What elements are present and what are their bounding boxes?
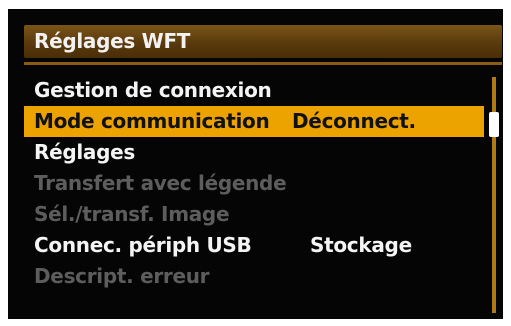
menu-item-value: Déconnect.: [292, 109, 416, 133]
menu-title: Réglages WFT: [34, 29, 191, 53]
scrollbar-thumb[interactable]: [489, 112, 499, 137]
menu-item-value: Stockage: [310, 233, 412, 257]
title-separator: [24, 62, 502, 65]
menu-item-label: Gestion de connexion: [34, 78, 272, 102]
menu-item-sel-transf-image: Sél./transf. Image: [24, 199, 484, 230]
menu-item-label: Transfert avec légende: [34, 171, 287, 195]
menu-item-descript-erreur: Descript. erreur: [24, 261, 484, 292]
menu-item-mode-communication[interactable]: Mode communication Déconnect.: [24, 106, 484, 137]
menu-item-connec-periph-usb[interactable]: Connec. périph USB Stockage: [24, 230, 484, 261]
menu-item-label: Connec. périph USB: [34, 233, 252, 257]
menu-title-bar: Réglages WFT: [24, 25, 502, 58]
camera-menu-screen: Réglages WFT Gestion de connexion Mode c…: [8, 9, 503, 319]
menu-item-label: Mode communication: [34, 109, 270, 133]
menu-item-transfert-legende: Transfert avec légende: [24, 168, 484, 199]
menu-item-label: Sél./transf. Image: [34, 202, 230, 226]
menu-item-label: Descript. erreur: [34, 264, 210, 288]
menu-item-gestion-connexion[interactable]: Gestion de connexion: [24, 75, 484, 106]
settings-menu-list: Gestion de connexion Mode communication …: [24, 75, 484, 292]
menu-item-label: Réglages: [34, 140, 136, 164]
menu-item-reglages[interactable]: Réglages: [24, 137, 484, 168]
